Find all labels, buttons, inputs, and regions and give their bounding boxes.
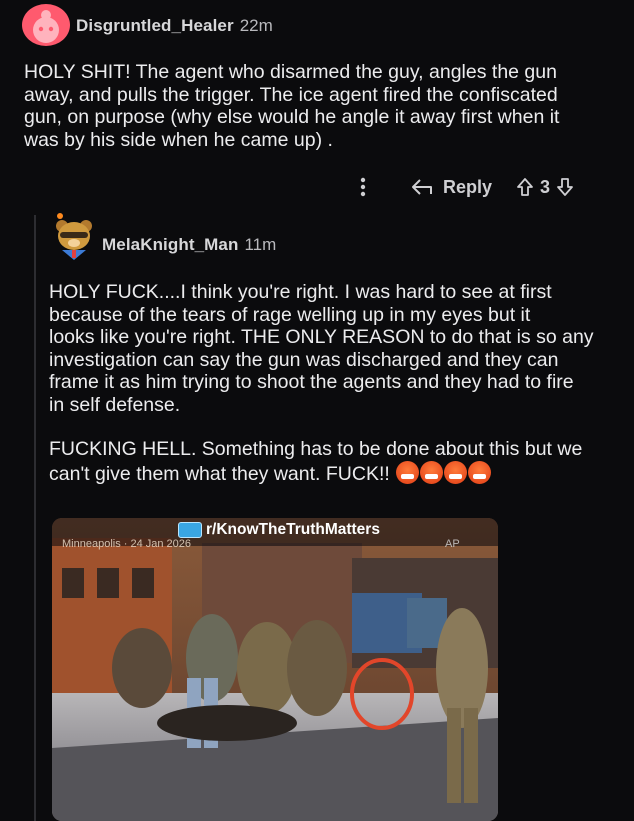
reply-button[interactable]: Reply [411, 177, 492, 198]
comment-header: Disgruntled_Healer 22m [76, 16, 273, 36]
avatar[interactable] [22, 4, 70, 46]
enraged-face-icon [395, 460, 419, 484]
enraged-face-icon [419, 460, 443, 484]
subreddit-logo-icon [178, 522, 202, 538]
reply-label: Reply [443, 176, 493, 197]
video-caption: Minneapolis · 24 Jan 2026 [62, 538, 192, 550]
more-options-icon[interactable] [355, 177, 371, 197]
thread-line[interactable] [34, 215, 36, 821]
reply-line: can't give them what they want. FUCK!! [49, 462, 390, 485]
comment-header: MelaKnight_Man 11m [102, 235, 276, 255]
timestamp: 11m [244, 235, 277, 254]
enraged-face-icon [443, 460, 467, 484]
bear-avatar-icon [56, 213, 92, 260]
reply-line: FUCKING HELL. Something has to be done a… [49, 438, 583, 460]
enraged-face-icon [467, 460, 491, 484]
reply-line-with-emoji: can't give them what they want. FUCK!! [49, 460, 629, 486]
comment-line: was by his side when he came up) . [24, 128, 333, 151]
reply-line: frame it as him trying to shoot the agen… [49, 371, 574, 393]
reply-body: HOLY FUCK....I think you're right. I was… [49, 281, 629, 485]
vote-score: 3 [540, 176, 551, 197]
embedded-video-thumbnail[interactable]: r/KnowTheTruthMatters Minneapolis · 24 J… [52, 518, 498, 821]
comment-line: HOLY SHIT! The agent who disarmed the gu… [24, 61, 557, 83]
avatar[interactable] [52, 210, 96, 262]
reply-line: HOLY FUCK....I think you're right. I was… [49, 281, 552, 303]
reddit-snoo-icon [33, 10, 59, 43]
username[interactable]: Disgruntled_Healer [76, 16, 234, 35]
timestamp: 22m [239, 16, 273, 35]
vote-controls: 3 [516, 177, 574, 198]
username[interactable]: MelaKnight_Man [102, 235, 238, 254]
reply-line: because of the tears of rage welling up … [49, 303, 531, 326]
downvote-arrow-icon[interactable] [556, 177, 574, 197]
comment-line: gun, on purpose (why else would he angle… [24, 106, 560, 128]
comment-actions: Reply 3 [355, 173, 615, 201]
street-scene-image [52, 518, 498, 821]
reply-arrow-icon [412, 179, 432, 195]
comment-line: away, and pulls the trigger. The ice age… [24, 83, 558, 106]
upvote-arrow-icon[interactable] [516, 177, 534, 197]
video-watermark: AP [445, 538, 460, 550]
subreddit-label[interactable]: r/KnowTheTruthMatters [178, 518, 380, 542]
emoji-group [395, 460, 491, 484]
reply-line: investigation can say the gun was discha… [49, 348, 559, 371]
reply-line: looks like you're right. THE ONLY REASON… [49, 326, 594, 348]
comment-body: HOLY SHIT! The agent who disarmed the gu… [24, 61, 624, 151]
subreddit-name: r/KnowTheTruthMatters [206, 521, 380, 538]
reply-line: in self defense. [49, 393, 181, 416]
